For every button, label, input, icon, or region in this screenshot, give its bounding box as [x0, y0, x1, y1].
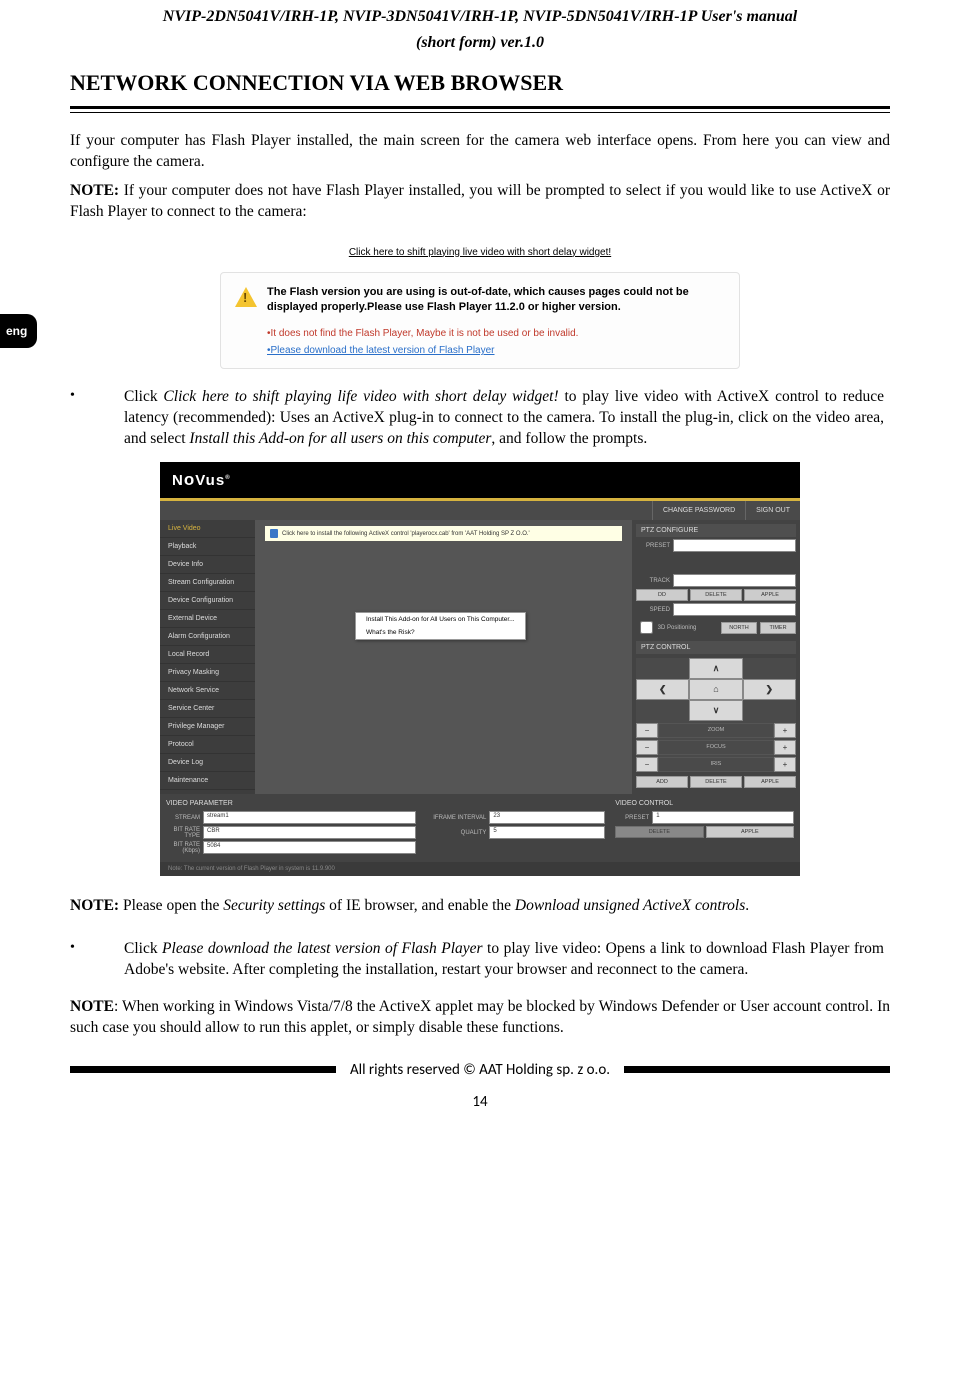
sidebar-item[interactable]: Device Info [160, 556, 255, 574]
speed-select[interactable] [673, 603, 796, 616]
iframe-interval-input[interactable]: 23 [489, 811, 605, 824]
sidebar-item[interactable]: Network Service [160, 682, 255, 700]
ptz-up[interactable]: ∧ [689, 658, 742, 679]
quality-input[interactable]: 5 [489, 826, 605, 839]
vc-delete-button[interactable]: DELETE [615, 826, 703, 838]
video-parameter-header: VIDEO PARAMETER [166, 800, 416, 807]
track-select[interactable] [673, 574, 796, 587]
bullet-activex: •Click Click here to shift playing life … [70, 387, 890, 450]
sidebar: Live Video Playback Device Info Stream C… [160, 520, 255, 794]
sidebar-item[interactable]: Device Log [160, 754, 255, 772]
sidebar-item[interactable]: Privacy Masking [160, 664, 255, 682]
zoom-minus[interactable]: − [636, 723, 658, 738]
ptz-control-header: PTZ CONTROL [636, 641, 796, 654]
ctx-risk[interactable]: What's the Risk? [356, 626, 525, 639]
sidebar-item[interactable]: Playback [160, 538, 255, 556]
shift-video-link[interactable]: Click here to shift playing live video w… [70, 247, 890, 258]
delete-button-2[interactable]: DELETE [690, 776, 742, 788]
doc-header-line2: (short form) ver.1.0 [70, 26, 890, 52]
footer-rule-left [70, 1066, 336, 1073]
sidebar-item[interactable]: Protocol [160, 736, 255, 754]
3d-pos-checkbox[interactable] [640, 621, 653, 634]
rule [70, 106, 890, 113]
focus-label: FOCUS [658, 740, 774, 755]
speed-label: SPEED [636, 607, 670, 613]
ptz-home[interactable]: ⌂ [689, 679, 742, 700]
note-defender: NOTE: When working in Windows Vista/7/8 … [70, 997, 890, 1039]
ptz-down[interactable]: ∨ [689, 700, 742, 721]
warning-icon [235, 287, 257, 307]
sidebar-item-live[interactable]: Live Video [160, 520, 255, 538]
shield-icon [270, 529, 278, 538]
iframe-interval-label: IFRAME INTERVAL [426, 815, 486, 821]
section-title: NETWORK CONNECTION VIA WEB BROWSER [70, 70, 890, 96]
iris-plus[interactable]: + [774, 757, 796, 772]
bitrate-kbps-label: BIT RATE (Kbps) [166, 842, 200, 854]
activex-install-bar[interactable]: Click here to install the following Acti… [265, 526, 622, 541]
3d-pos-label: 3D Positioning [658, 625, 697, 631]
sidebar-item[interactable]: Device Configuration [160, 592, 255, 610]
preset-select[interactable] [673, 539, 796, 552]
sidebar-item[interactable]: Local Record [160, 646, 255, 664]
footer-text: All rights reserved © AAT Holding sp. z … [336, 1061, 624, 1079]
apple-button[interactable]: APPLE [744, 589, 796, 601]
ptz-configure-header: PTZ CONFIGURE [636, 524, 796, 537]
track-label: TRACK [636, 578, 670, 584]
stream-label: STREAM [166, 815, 200, 821]
zoom-plus[interactable]: + [774, 723, 796, 738]
page-number: 14 [70, 1093, 890, 1111]
dialog-red-line: •It does not find the Flash Player, Mayb… [267, 328, 725, 339]
ptz-left[interactable]: ❮ [636, 679, 689, 700]
iris-minus[interactable]: − [636, 757, 658, 772]
sidebar-item[interactable]: External Device [160, 610, 255, 628]
flash-warning-dialog: The Flash version you are using is out-o… [220, 272, 740, 370]
quality-label: QUALITY [426, 830, 486, 836]
bitrate-type-label: BIT RATE TYPE [166, 827, 200, 839]
note-security: NOTE: Please open the Security settings … [70, 896, 890, 917]
ctx-install[interactable]: Install This Add-on for All Users on Thi… [356, 613, 525, 626]
north-button[interactable]: NORTH [721, 622, 757, 634]
iris-label: IRIS [658, 757, 774, 772]
vc-preset-label: PRESET [615, 815, 649, 821]
delete-button[interactable]: DELETE [690, 589, 742, 601]
zoom-label: ZOOM [658, 723, 774, 738]
language-tab[interactable]: eng [0, 314, 37, 348]
bullet-flash: •Click Please download the latest versio… [70, 939, 890, 981]
novus-footnote: Note: The current version of Flash Playe… [160, 862, 800, 876]
novus-logo: NoVus® [172, 472, 231, 489]
dialog-download-link[interactable]: •Please download the latest version of F… [267, 345, 725, 356]
intro-p1: If your computer has Flash Player instal… [70, 131, 890, 173]
sidebar-item[interactable]: Stream Configuration [160, 574, 255, 592]
intro-p2: NOTE: If your computer does not have Fla… [70, 181, 890, 223]
sidebar-item[interactable]: Privilege Manager [160, 718, 255, 736]
footer-rule-right [624, 1066, 890, 1073]
video-control-header: VIDEO CONTROL [615, 800, 794, 807]
stream-select[interactable]: stream1 [203, 811, 416, 824]
video-area[interactable]: Click here to install the following Acti… [255, 520, 632, 794]
ptz-right[interactable]: ❯ [743, 679, 796, 700]
add-button[interactable]: ADD [636, 776, 688, 788]
sign-out-button[interactable]: SIGN OUT [745, 501, 800, 520]
sidebar-item[interactable]: Service Center [160, 700, 255, 718]
preset-label: PRESET [636, 543, 670, 549]
vc-preset-select[interactable]: 1 [652, 811, 794, 824]
bitrate-kbps-input[interactable]: 5084 [203, 841, 416, 854]
novus-ui-figure: NoVus® CHANGE PASSWORD SIGN OUT Live Vid… [160, 462, 800, 876]
dd-button[interactable]: DD [636, 589, 688, 601]
vc-apple-button[interactable]: APPLE [706, 826, 794, 838]
change-password-button[interactable]: CHANGE PASSWORD [652, 501, 745, 520]
doc-header-line1: NVIP-2DN5041V/IRH-1P, NVIP-3DN5041V/IRH-… [70, 0, 890, 26]
apple-button-2[interactable]: APPLE [744, 776, 796, 788]
sidebar-item[interactable]: Maintenance [160, 772, 255, 790]
context-menu[interactable]: Install This Add-on for All Users on Thi… [355, 612, 526, 640]
dialog-message: The Flash version you are using is out-o… [267, 285, 725, 315]
timer-button[interactable]: TIMER [760, 622, 796, 634]
focus-plus[interactable]: + [774, 740, 796, 755]
focus-minus[interactable]: − [636, 740, 658, 755]
sidebar-item[interactable]: Alarm Configuration [160, 628, 255, 646]
bitrate-type-select[interactable]: CBR [203, 826, 416, 839]
